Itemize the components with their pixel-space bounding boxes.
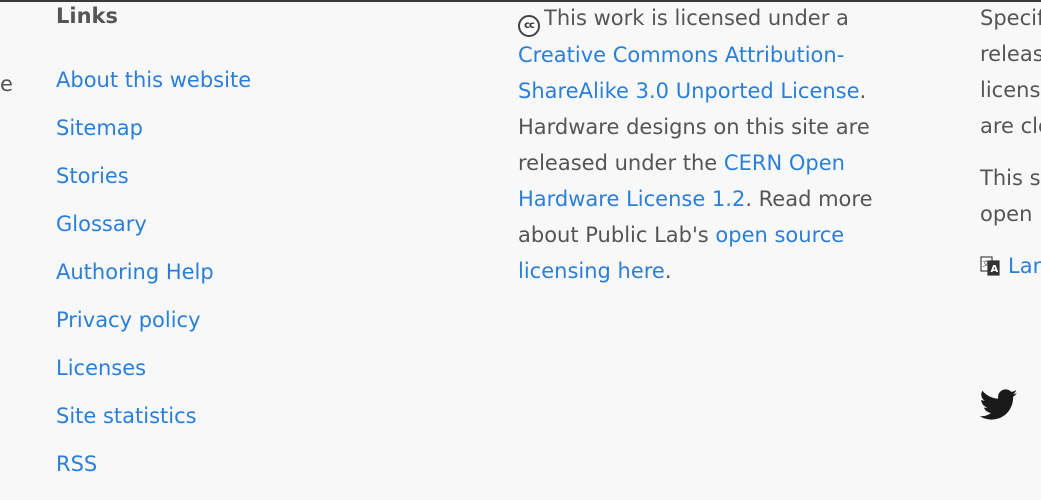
- link-glossary[interactable]: Glossary: [56, 212, 147, 236]
- link-about[interactable]: About this website: [56, 68, 251, 92]
- text-line: open: [980, 202, 1033, 226]
- link-licenses[interactable]: Licenses: [56, 356, 146, 380]
- list-item: Authoring Help: [56, 260, 251, 308]
- text-line: Specif: [980, 6, 1041, 30]
- svg-text:文: 文: [983, 259, 990, 268]
- links-section: Links About this website Sitemap Stories…: [56, 2, 251, 500]
- list-item: Site statistics: [56, 404, 251, 452]
- list-item: About this website: [56, 68, 251, 116]
- license-text-1: This work is licensed under a: [544, 6, 849, 30]
- text-line: This s: [980, 166, 1041, 190]
- right-paragraph-1: Specif releas licens are cle: [980, 0, 1041, 144]
- right-paragraph-2: This s open: [980, 160, 1041, 232]
- cc-license-link[interactable]: Creative Commons Attribution-ShareAlike …: [518, 43, 860, 103]
- list-item: Glossary: [56, 212, 251, 260]
- list-item: Stories: [56, 164, 251, 212]
- link-authoring-help[interactable]: Authoring Help: [56, 260, 214, 284]
- list-item: Sitemap: [56, 116, 251, 164]
- links-list: About this website Sitemap Stories Gloss…: [56, 68, 251, 500]
- right-column: Specif releas licens are cle This s open…: [980, 0, 1041, 284]
- link-rss[interactable]: RSS: [56, 452, 97, 476]
- links-heading: Links: [56, 4, 118, 28]
- translate-icon: A 文: [980, 256, 1000, 276]
- twitter-icon[interactable]: [980, 388, 1018, 422]
- text-line: are cle: [980, 114, 1041, 138]
- svg-text:A: A: [991, 264, 999, 275]
- language-link[interactable]: Lan: [1008, 248, 1041, 284]
- left-edge-text: e: [0, 72, 13, 96]
- text-line: licens: [980, 78, 1041, 102]
- text-line: releas: [980, 42, 1041, 66]
- list-item: Privacy policy: [56, 308, 251, 356]
- link-sitemap[interactable]: Sitemap: [56, 116, 143, 140]
- link-site-statistics[interactable]: Site statistics: [56, 404, 197, 428]
- language-row[interactable]: A 文 Lan: [980, 248, 1041, 284]
- license-text: cc This work is licensed under a Creative…: [518, 0, 898, 289]
- link-privacy-policy[interactable]: Privacy policy: [56, 308, 201, 332]
- license-text-4: .: [664, 259, 672, 283]
- list-item: RSS: [56, 452, 251, 500]
- creative-commons-icon: cc: [518, 15, 540, 37]
- link-stories[interactable]: Stories: [56, 164, 129, 188]
- list-item: Licenses: [56, 356, 251, 404]
